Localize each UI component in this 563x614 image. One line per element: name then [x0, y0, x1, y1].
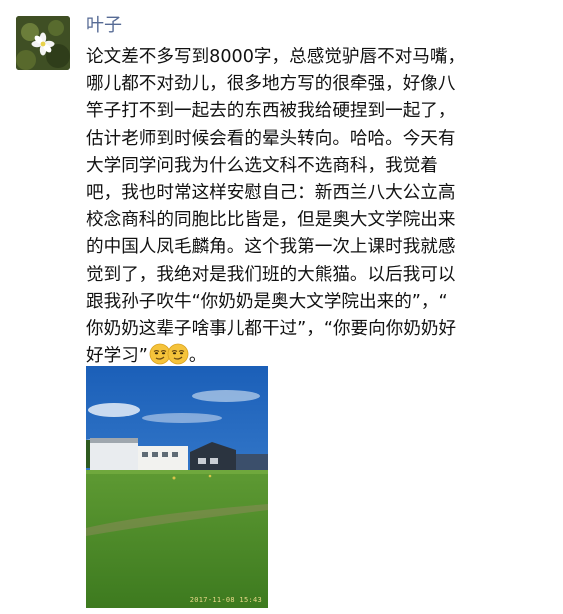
post-text-line: 哪儿都不对劲儿，很多地方写的很牵强，好像八 — [86, 74, 456, 95]
post-text-line: 跟我孙子吹牛“你奶奶是奥大文学院出来的”，“ — [86, 291, 448, 312]
post-text-suffix: 。 — [188, 346, 207, 367]
post-text-line: 竿子打不到一起去的东西被我给硬捏到一起了， — [86, 101, 456, 122]
post-text-line: 你奶奶这辈子啥事儿都干过”，“你要向你奶奶好 — [86, 319, 457, 340]
author-name[interactable]: 叶子 — [86, 14, 122, 38]
avatar-image — [16, 16, 70, 70]
post-text-line: 大学同学问我为什么选文科不选商科，我觉着 — [86, 155, 438, 176]
photo-timestamp: 2017-11-08 15:43 — [189, 596, 262, 604]
avatar[interactable] — [16, 16, 70, 70]
post-text-line: 校念商科的同胞比比皆是，但是奥大文学院出来 — [86, 210, 456, 231]
post-text-line: 好学习” — [86, 346, 148, 367]
campus-lawn-image — [86, 366, 268, 608]
post-photo[interactable]: 2017-11-08 15:43 — [86, 366, 268, 608]
post-text-line: 的中国人凤毛麟角。这个我第一次上课时我就感 — [86, 237, 456, 258]
post-text: 论文差不多写到8000字，总感觉驴唇不对马嘴， 哪儿都不对劲儿，很多地方写的很牵… — [86, 44, 550, 370]
post-text-line: 觉到了，我绝对是我们班的大熊猫。以后我可以 — [86, 264, 456, 285]
post-text-line: 估计老师到时候会看的晕头转向。哈哈。今天有 — [86, 128, 456, 149]
post-text-line: 论文差不多写到8000字，总感觉驴唇不对马嘴， — [86, 47, 466, 67]
smirk-emoji-icon — [167, 343, 189, 365]
post-text-line: 吧，我也时常这样安慰自己：新西兰八大公立高 — [86, 183, 456, 204]
